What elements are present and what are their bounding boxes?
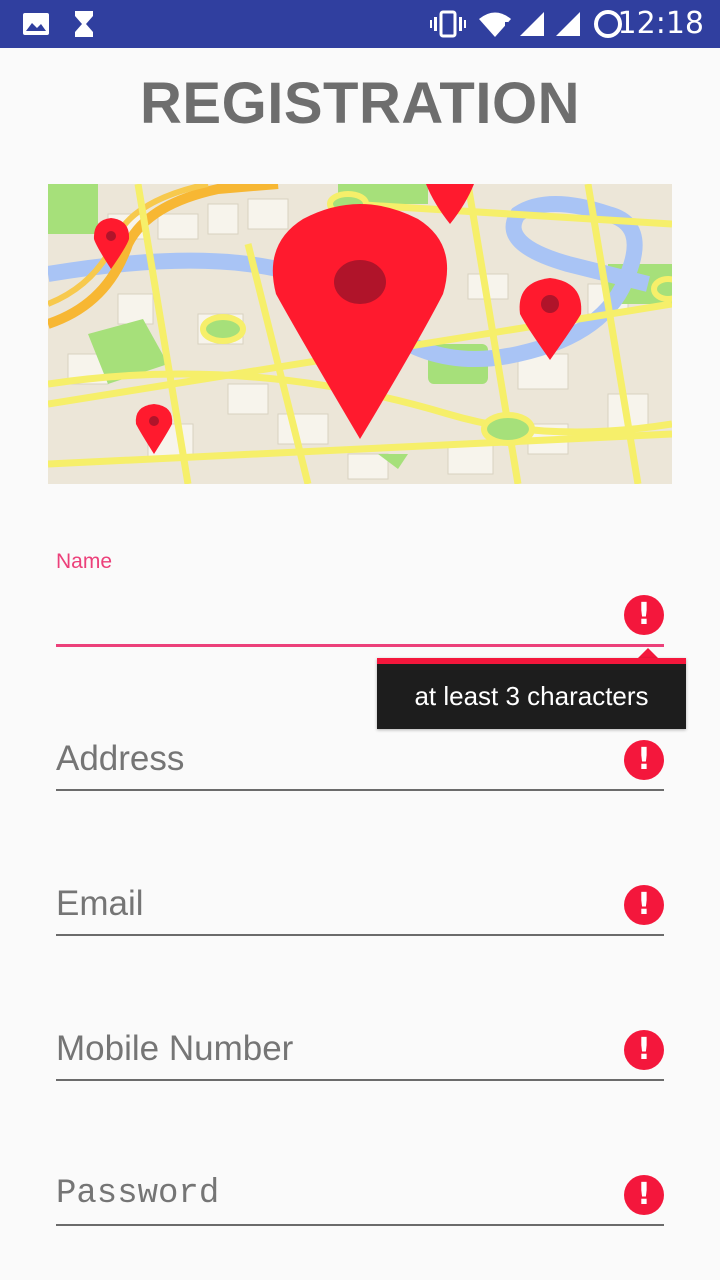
email-underline [56, 934, 664, 936]
clock: 12:18 [617, 6, 704, 41]
hourglass-icon [72, 0, 96, 48]
name-label: Name [56, 550, 113, 573]
error-icon[interactable]: ! [624, 1030, 664, 1070]
email-field[interactable]: ! [56, 880, 664, 940]
password-underline [56, 1224, 664, 1226]
mobile-number-field[interactable]: ! [56, 1025, 664, 1085]
error-icon[interactable]: ! [624, 885, 664, 925]
password-input[interactable] [56, 1170, 616, 1218]
address-field[interactable]: ! [56, 735, 664, 795]
name-field[interactable]: Name ! [56, 540, 664, 650]
mobile-underline [56, 1079, 664, 1081]
map-banner-image [48, 184, 672, 484]
error-icon[interactable]: ! [624, 740, 664, 780]
mobile-number-input[interactable] [56, 1025, 616, 1073]
address-underline [56, 789, 664, 791]
error-popup: at least 3 characters [377, 658, 686, 729]
name-underline [56, 644, 664, 647]
page-title: REGISTRATION [140, 71, 580, 136]
error-popup-arrow [638, 648, 658, 658]
wifi-icon [478, 0, 514, 48]
image-icon [22, 0, 50, 48]
signal-icon [518, 0, 546, 48]
error-icon[interactable]: ! [624, 1175, 664, 1215]
name-input[interactable] [56, 590, 616, 634]
signal-icon [554, 0, 582, 48]
error-icon[interactable]: ! [624, 595, 664, 635]
password-field[interactable]: ! [56, 1170, 664, 1230]
address-input[interactable] [56, 735, 616, 783]
status-bar: 12:18 [0, 0, 720, 48]
vibrate-icon [430, 0, 466, 48]
email-input[interactable] [56, 880, 616, 928]
